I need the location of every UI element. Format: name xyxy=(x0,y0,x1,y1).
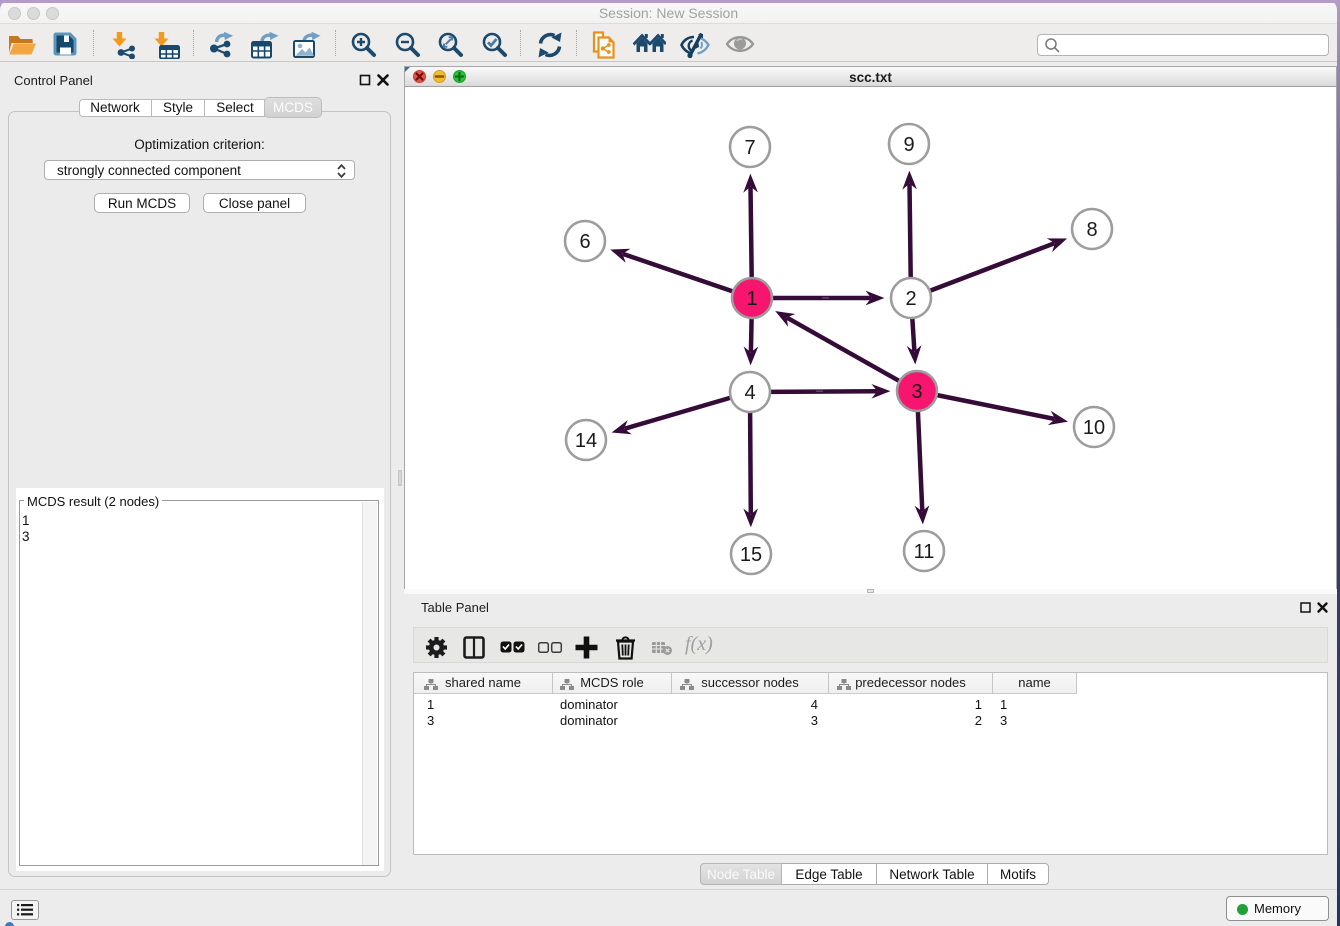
svg-text:2: 2 xyxy=(905,288,916,310)
svg-text:4: 4 xyxy=(744,382,755,404)
svg-text:6: 6 xyxy=(579,231,590,253)
svg-text:10: 10 xyxy=(1083,417,1105,439)
svg-text:7: 7 xyxy=(744,137,755,159)
svg-text:11: 11 xyxy=(914,541,935,563)
svg-text:15: 15 xyxy=(740,544,762,566)
svg-text:3: 3 xyxy=(911,381,922,403)
svg-text:9: 9 xyxy=(903,134,914,156)
svg-text:14: 14 xyxy=(575,430,597,452)
svg-text:1: 1 xyxy=(746,288,757,310)
svg-text:8: 8 xyxy=(1086,219,1097,241)
